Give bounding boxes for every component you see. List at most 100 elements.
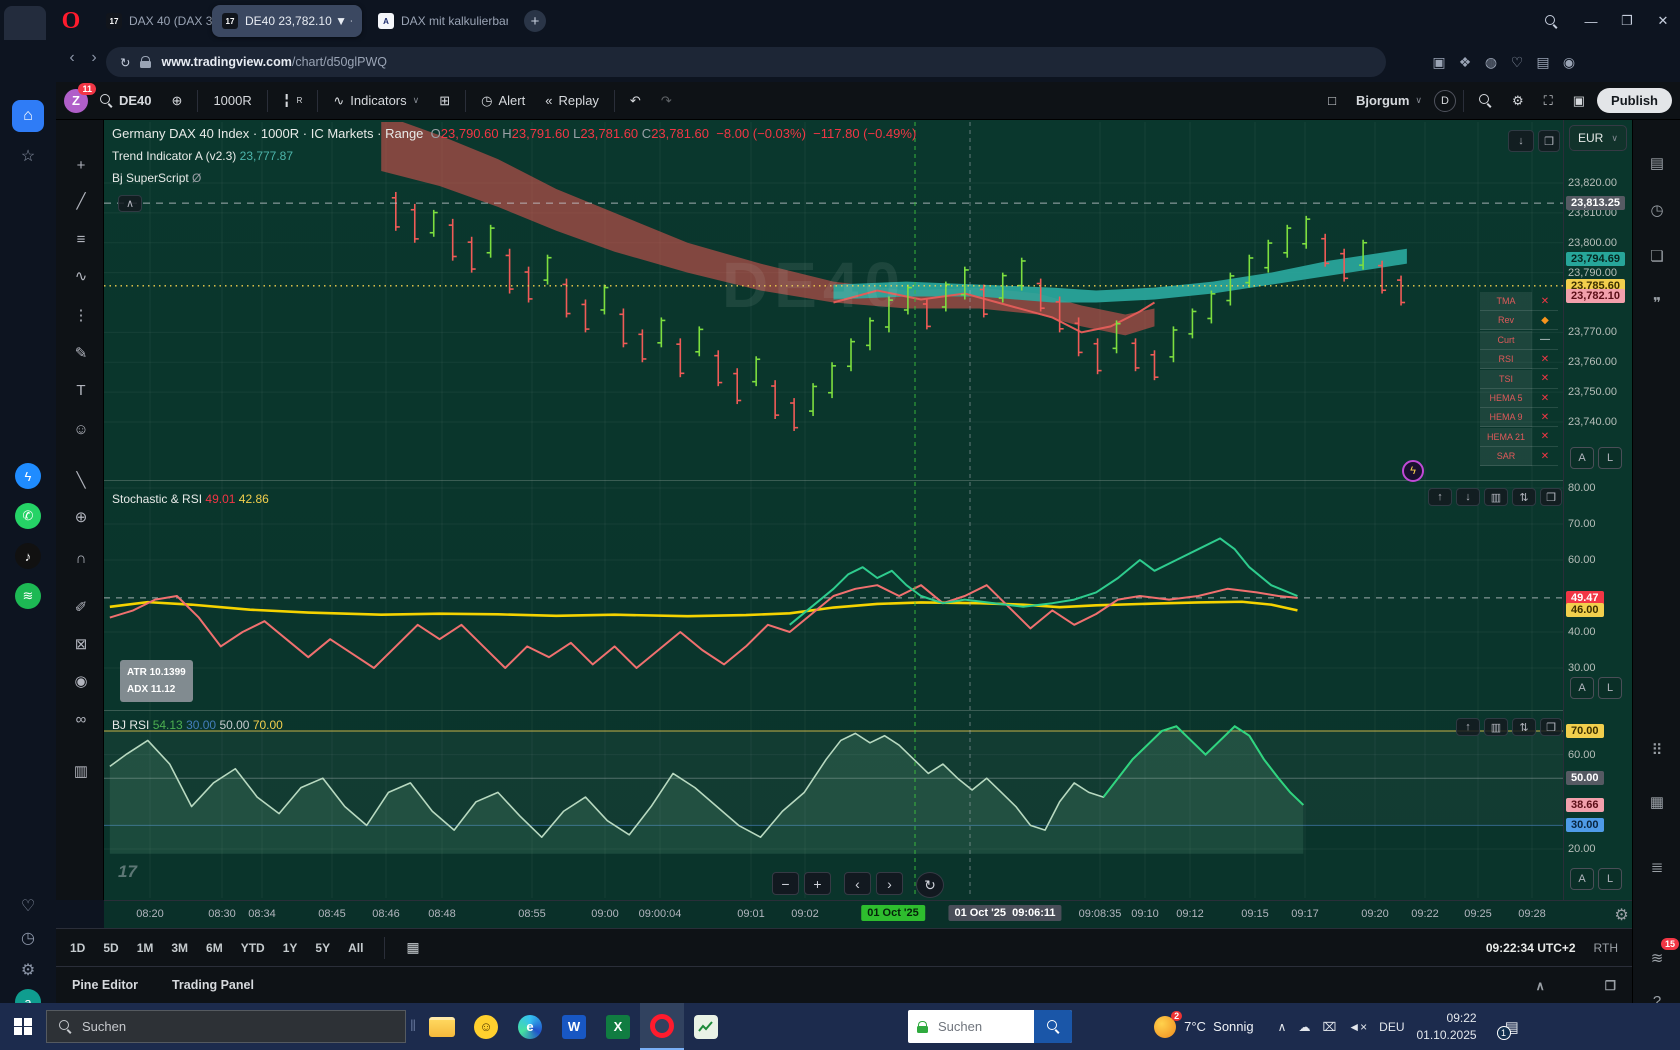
range-button-5d[interactable]: 5D — [103, 941, 118, 955]
alerts-icon[interactable]: ◷ — [1644, 197, 1670, 223]
indicator-label-row[interactable]: TSI✕ — [1480, 370, 1560, 389]
history-icon[interactable]: ◷ — [12, 922, 44, 954]
settings-icon[interactable]: ⚙ — [12, 954, 44, 986]
start-button[interactable] — [0, 1003, 46, 1050]
pane2-scale-buttons[interactable]: AL — [1570, 677, 1622, 699]
tradingview-logo-watermark[interactable]: 17 — [118, 862, 137, 882]
panels-icon[interactable]: ▤ — [1530, 54, 1556, 71]
bjrsi-pane-header[interactable]: BJ RSI 54.13 30.00 50.00 70.00 — [112, 718, 283, 732]
undo-button[interactable]: ↶ — [622, 88, 649, 114]
tray-expand-icon[interactable]: ∧ — [1278, 1020, 1287, 1034]
indicator-legend-1[interactable]: Trend Indicator A (v2.3) 23,777.87 — [112, 149, 293, 163]
indicator-label-row[interactable]: HEMA 9✕ — [1480, 408, 1560, 427]
currency-button[interactable]: EUR∨ — [1569, 125, 1627, 151]
zoom-out-button[interactable]: − — [772, 872, 799, 895]
page-search-widget[interactable]: Suchen — [908, 1010, 1072, 1043]
range-button-1m[interactable]: 1M — [137, 941, 154, 955]
browser-search-icon[interactable] — [1538, 8, 1564, 34]
zoom-in-button[interactable]: + — [804, 872, 831, 895]
opera-taskbar-icon[interactable] — [640, 1003, 684, 1050]
symbol-info-row[interactable]: Germany DAX 40 Index · 1000R · IC Market… — [112, 126, 916, 141]
community-icon[interactable]: ⠿ — [1644, 737, 1670, 763]
panel-maximize-icon[interactable]: ❒ — [1605, 978, 1616, 993]
layers-icon[interactable]: ❏ — [1644, 243, 1670, 269]
close-icon[interactable]: ✕ — [1532, 350, 1558, 369]
tiktok-icon[interactable]: ♪ — [12, 540, 44, 572]
data-window-icon[interactable]: ≣ — [1644, 854, 1670, 880]
trash-icon[interactable]: ▥ — [68, 758, 94, 784]
calendar-icon[interactable]: ▦ — [1644, 789, 1670, 815]
snapshot-icon[interactable]: ▣ — [1565, 88, 1593, 114]
forward-button[interactable]: › — [84, 49, 104, 67]
pine-editor-tab[interactable]: Pine Editor — [72, 978, 138, 992]
whatsapp-icon[interactable]: ✆ — [12, 500, 44, 532]
new-tab-button[interactable]: + — [524, 10, 546, 32]
pane1-scale-buttons[interactable]: AL — [1570, 447, 1622, 469]
action-center-icon[interactable]: ▤1 — [1505, 1018, 1519, 1036]
symbol-search-button[interactable]: DE40 — [92, 88, 160, 113]
close-icon[interactable]: ✕ — [1532, 389, 1558, 408]
scroll-to-recent-button[interactable]: ↓ — [1508, 130, 1534, 152]
scroll-left-button[interactable]: ‹ — [844, 872, 871, 895]
pane2-delete-button[interactable]: ▥ — [1484, 488, 1508, 506]
chart-app-taskbar-icon[interactable] — [684, 1003, 728, 1050]
link-icon[interactable]: ∞ — [68, 706, 94, 732]
minimize-button[interactable]: — — [1578, 8, 1604, 34]
broadcast-icon[interactable]: ≋15 — [1644, 945, 1670, 971]
pane3-collapse-button[interactable]: ⇅ — [1512, 718, 1536, 736]
explorer-taskbar-icon[interactable] — [420, 1003, 464, 1050]
emoji-tool-icon[interactable]: ☺ — [68, 416, 94, 442]
browser-tab[interactable]: 17DE40 23,782.10 ▼ −0.49% — [212, 5, 362, 37]
edit-icon[interactable]: ✐ — [68, 594, 94, 620]
price-scale[interactable]: EUR∨ 23,820.0023,810.0023,813.2523,800.0… — [1563, 120, 1632, 900]
reset-chart-button[interactable]: ↻ — [916, 872, 944, 898]
favorites-icon[interactable]: ♡ — [1504, 54, 1530, 71]
avatar[interactable]: Z11 — [64, 89, 88, 113]
brush-icon[interactable]: ✎ — [68, 340, 94, 366]
hide-eye-icon[interactable]: ◉ — [68, 668, 94, 694]
pane2-maximize-button[interactable]: ❒ — [1540, 488, 1562, 506]
alert-button[interactable]: ◷Alert — [473, 88, 533, 114]
magnet-icon[interactable]: ∩ — [68, 545, 94, 571]
close-button[interactable]: ✕ — [1650, 8, 1676, 34]
interval-badge[interactable]: D — [1434, 90, 1456, 112]
pane2-move-up-button[interactable]: ↑ — [1428, 488, 1452, 506]
pane-maximize-button[interactable]: ❒ — [1538, 130, 1560, 152]
quick-action-bolt-icon[interactable]: ϟ — [1402, 460, 1424, 482]
chart-plot-area[interactable]: DE40 Germany DAX 40 Index · 1000R · IC M… — [104, 120, 1563, 900]
trading-panel-tab[interactable]: Trading Panel — [172, 978, 254, 992]
network-icon[interactable]: ⌧ — [1322, 1020, 1336, 1034]
range-button-5y[interactable]: 5Y — [315, 941, 330, 955]
range-button-1y[interactable]: 1Y — [283, 941, 298, 955]
session-badge[interactable]: RTH — [1594, 941, 1618, 955]
text-tool-icon[interactable]: T — [68, 377, 94, 403]
pane2-collapse-button[interactable]: ⇅ — [1512, 488, 1536, 506]
word-taskbar-icon[interactable]: W — [552, 1003, 596, 1050]
pane3-move-up-button[interactable]: ↑ — [1456, 718, 1480, 736]
keyboard-language[interactable]: DEU — [1379, 1020, 1404, 1034]
range-button-3m[interactable]: 3M — [171, 941, 188, 955]
indicator-label-row[interactable]: HEMA 5✕ — [1480, 389, 1560, 408]
extension-icon[interactable]: ❖ — [1452, 54, 1478, 71]
layout-icon[interactable]: □ — [1320, 88, 1344, 113]
zoom-tool-icon[interactable]: ⊕ — [68, 504, 94, 530]
heart-icon[interactable]: ♡ — [12, 890, 44, 922]
collapse-legend-button[interactable]: ∧ — [118, 195, 142, 212]
url-field[interactable]: ↻ www.tradingview.com/chart/d50glPWQ — [106, 47, 1386, 77]
reload-icon[interactable]: ↻ — [120, 55, 130, 70]
quick-search-icon[interactable] — [1471, 89, 1500, 112]
volume-muted-icon[interactable]: ◄× — [1348, 1020, 1367, 1034]
star-icon[interactable]: ☆ — [12, 140, 44, 172]
pane3-delete-button[interactable]: ▥ — [1484, 718, 1508, 736]
taskbar-clock[interactable]: 09:2201.10.2025 — [1417, 1010, 1477, 1042]
range-button-all[interactable]: All — [348, 941, 363, 955]
watchlist-icon[interactable]: ▤ — [1644, 150, 1670, 176]
pattern-icon[interactable]: ∿ — [68, 263, 94, 289]
range-button-1d[interactable]: 1D — [70, 941, 85, 955]
settings-icon[interactable]: ⚙ — [1504, 88, 1532, 114]
pane3-maximize-button[interactable]: ❒ — [1540, 718, 1562, 736]
indicator-label-row[interactable]: SAR✕ — [1480, 447, 1560, 466]
publish-button[interactable]: Publish — [1597, 88, 1672, 113]
clock[interactable]: 09:22:34 UTC+2 — [1486, 941, 1576, 955]
smiley-app-taskbar-icon[interactable]: ☺ — [464, 1003, 508, 1050]
